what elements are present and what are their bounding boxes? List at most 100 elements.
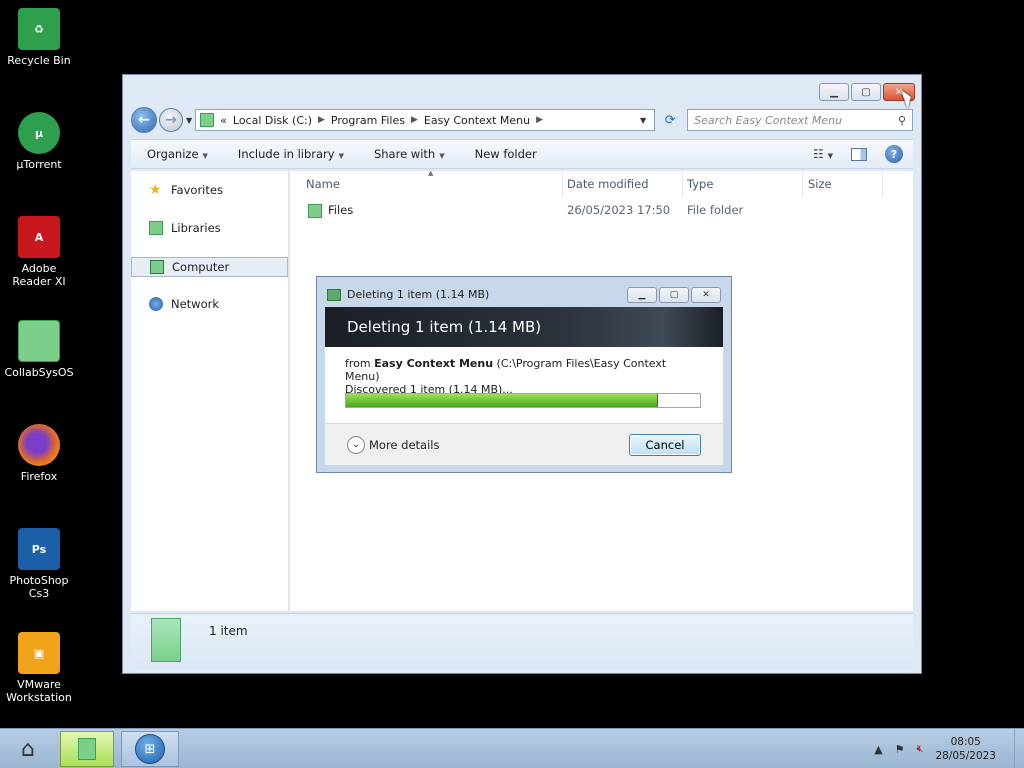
sort-ascending-icon: ▲ — [428, 169, 434, 177]
file-operation-icon — [327, 288, 341, 301]
breadcrumb-program-files[interactable]: Program Files — [331, 114, 405, 127]
refresh-icon[interactable]: ⟳ — [659, 109, 681, 131]
include-in-library-button[interactable]: Include in library ▼ — [238, 147, 344, 161]
folder-icon — [200, 113, 215, 127]
desktop-icon-label: VMware Workstation — [6, 678, 72, 704]
nav-item-computer[interactable]: Computer — [131, 257, 288, 277]
dialog-close-button[interactable]: ✕ — [691, 287, 721, 303]
view-options-icon[interactable]: ☷ ▼ — [813, 147, 833, 161]
nav-item-favorites[interactable]: ★ Favorites — [149, 183, 223, 197]
search-icon[interactable]: ⚲ — [898, 114, 906, 127]
navigation-pane: ★ Favorites Libraries Computer Network — [131, 171, 289, 611]
star-icon: ★ — [149, 182, 162, 198]
command-bar: Organize ▼ Include in library ▼ Share with… — [131, 139, 913, 169]
desktop-icon-adobe-reader[interactable]: A Adobe Reader XI — [2, 216, 76, 288]
file-name-cell[interactable]: Files — [308, 203, 353, 218]
desktop-icon-recycle-bin[interactable]: ♻ Recycle Bin — [2, 8, 76, 67]
breadcrumb-local-disk[interactable]: Local Disk (C:) — [233, 114, 312, 127]
desktop-icon-photoshop[interactable]: Ps PhotoShop Cs3 — [2, 528, 76, 600]
more-details-toggle[interactable]: ⌄ More details — [347, 436, 439, 454]
share-with-button[interactable]: Share with ▼ — [374, 147, 445, 161]
column-divider[interactable] — [562, 171, 563, 197]
preview-pane-icon[interactable] — [851, 147, 867, 161]
item-count: 1 item — [209, 624, 248, 638]
firefox-icon — [18, 424, 60, 466]
folder-icon — [308, 203, 322, 218]
show-desktop-button[interactable] — [1014, 729, 1024, 768]
recycle-bin-icon: ♻ — [18, 8, 60, 50]
desktop-icon-label: Recycle Bin — [7, 54, 71, 67]
dialog-maximize-button[interactable]: ▢ — [659, 287, 689, 303]
file-date-cell: 26/05/2023 17:50 — [567, 203, 671, 217]
action-center-flag-icon[interactable]: ⚑ — [895, 743, 905, 756]
file-type-cell: File folder — [687, 203, 744, 217]
folder-icon — [18, 320, 60, 362]
clock-date: 28/05/2023 — [935, 750, 996, 762]
cancel-button[interactable]: Cancel — [629, 434, 701, 456]
folder-icon — [151, 618, 181, 662]
column-divider[interactable] — [802, 171, 803, 197]
home-icon[interactable]: ⌂ — [6, 731, 50, 767]
search-box[interactable]: Search Easy Context Menu ⚲ — [687, 109, 913, 131]
back-button[interactable]: ← — [131, 107, 157, 133]
show-hidden-icons-icon[interactable]: ▲ — [874, 743, 882, 756]
vmware-icon: ▣ — [18, 632, 60, 674]
source-folder-name: Easy Context Menu — [374, 357, 494, 370]
chevron-right-icon[interactable]: ▶ — [411, 115, 418, 125]
dialog-title: Deleting 1 item (1.14 MB) — [327, 288, 489, 301]
forward-button[interactable]: → — [159, 108, 183, 132]
column-divider[interactable] — [882, 171, 883, 197]
help-icon[interactable]: ? — [885, 145, 903, 163]
source-line: from Easy Context Menu (C:\Program Files… — [345, 357, 667, 383]
recent-pages-dropdown[interactable]: ▼ — [186, 116, 192, 125]
address-bar[interactable]: « Local Disk (C:) ▶ Program Files ▶ Easy… — [195, 109, 656, 131]
column-header-name[interactable]: Name — [306, 177, 340, 191]
delete-progress-dialog: Deleting 1 item (1.14 MB) ▁ ▢ ✕ Deleting… — [316, 276, 732, 473]
column-header-date-modified[interactable]: Date modified — [567, 177, 649, 191]
navigation-bar: ← → ▼ « Local Disk (C:) ▶ Program Files … — [131, 107, 913, 133]
dialog-window-controls: ▁ ▢ ✕ — [627, 287, 721, 303]
clock-time: 08:05 — [950, 736, 981, 748]
taskbar-explorer-button[interactable] — [60, 731, 114, 767]
chevron-right-icon[interactable]: ▶ — [318, 115, 325, 125]
dialog-body: from Easy Context Menu (C:\Program Files… — [325, 347, 723, 423]
network-icon — [149, 297, 163, 311]
minimize-button[interactable]: ▁ — [819, 83, 849, 101]
desktop-icon-label: µTorrent — [16, 158, 62, 171]
libraries-icon — [149, 221, 163, 235]
system-tray: ▲ ⚑ 🔇︎ 08:05 28/05/2023 — [874, 729, 1024, 768]
start-button[interactable]: ⊞ — [121, 731, 179, 767]
clock[interactable]: 08:05 28/05/2023 — [935, 735, 996, 763]
progress-bar — [345, 393, 701, 408]
nav-item-network[interactable]: Network — [149, 297, 219, 311]
column-header-type[interactable]: Type — [687, 177, 713, 191]
windows-logo-icon: ⊞ — [135, 734, 165, 764]
search-placeholder: Search Easy Context Menu — [694, 113, 843, 127]
desktop-icon-label: CollabSysOS — [4, 366, 74, 379]
desktop-icon-utorrent[interactable]: µ µTorrent — [2, 112, 76, 171]
desktop-icon-label: PhotoShop Cs3 — [9, 574, 69, 600]
breadcrumb-prefix[interactable]: « — [220, 114, 227, 127]
adobe-reader-icon: A — [18, 216, 60, 258]
chevron-right-icon[interactable]: ▶ — [536, 115, 543, 125]
maximize-button[interactable]: ▢ — [851, 83, 881, 101]
address-dropdown[interactable]: ▼ — [640, 116, 646, 125]
computer-icon — [150, 260, 164, 274]
desktop-icon-firefox[interactable]: Firefox — [2, 424, 76, 483]
organize-button[interactable]: Organize ▼ — [147, 147, 208, 161]
new-folder-button[interactable]: New folder — [475, 147, 537, 161]
desktop-icon-label: Firefox — [20, 470, 58, 483]
column-header-size[interactable]: Size — [808, 177, 832, 191]
breadcrumb-easy-context-menu[interactable]: Easy Context Menu — [424, 114, 530, 127]
details-pane: 1 item — [131, 613, 913, 669]
desktop-icon-label: Adobe Reader XI — [12, 262, 66, 288]
dialog-minimize-button[interactable]: ▁ — [627, 287, 657, 303]
photoshop-icon: Ps — [18, 528, 60, 570]
desktop-icon-vmware[interactable]: ▣ VMware Workstation — [2, 632, 76, 704]
column-divider[interactable] — [682, 171, 683, 197]
desktop-icon-collabsysos[interactable]: CollabSysOS — [2, 320, 76, 379]
volume-muted-icon[interactable]: 🔇︎ — [917, 742, 924, 756]
utorrent-icon: µ — [18, 112, 60, 154]
taskbar: ⌂ ⊞ ▲ ⚑ 🔇︎ 08:05 28/05/2023 — [0, 728, 1024, 768]
nav-item-libraries[interactable]: Libraries — [149, 221, 221, 235]
